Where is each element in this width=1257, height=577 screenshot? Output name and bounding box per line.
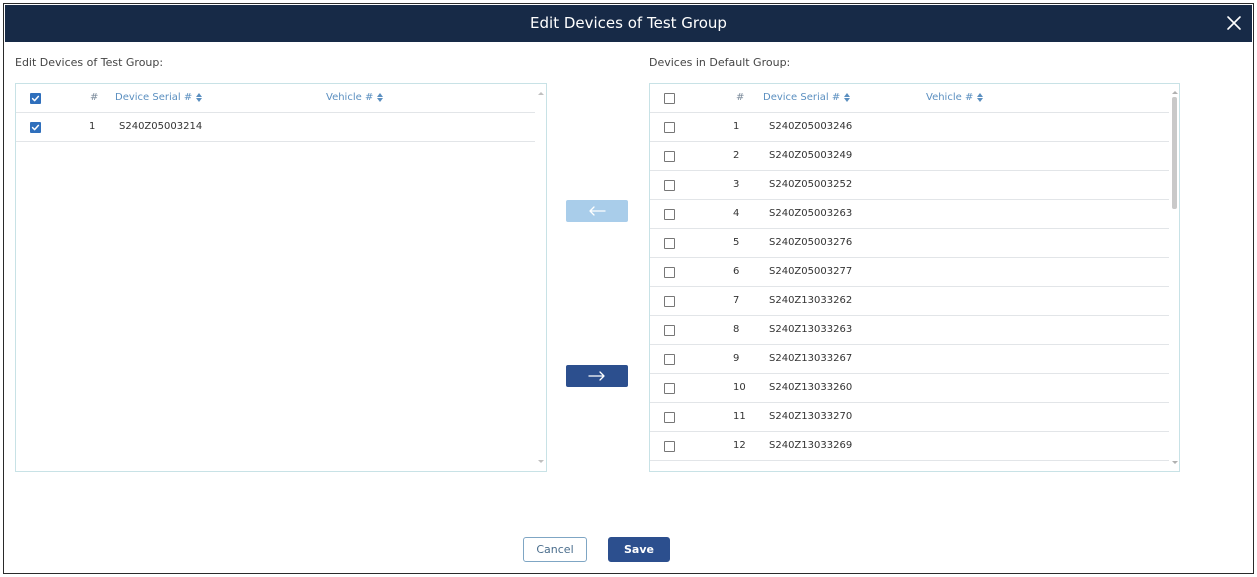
row-number: 1: [733, 121, 740, 132]
sort-icon: [196, 92, 203, 102]
row-number: 4: [733, 208, 740, 219]
test-group-device-table: # Device Serial # Vehicle # 1 S240Z050032…: [15, 83, 547, 472]
row-checkbox[interactable]: [664, 238, 675, 249]
column-header-number: #: [90, 92, 99, 103]
row-checkbox[interactable]: [664, 180, 675, 191]
column-header-vehicle[interactable]: Vehicle #: [926, 84, 984, 112]
row-number: 3: [733, 179, 740, 190]
column-header-number: #: [736, 92, 745, 103]
table-row[interactable]: 1 S240Z05003246: [650, 113, 1169, 142]
row-checkbox[interactable]: [30, 122, 41, 133]
row-checkbox[interactable]: [664, 151, 675, 162]
table-row[interactable]: 7 S240Z13033262: [650, 287, 1169, 316]
column-header-vehicle[interactable]: Vehicle #: [326, 84, 384, 112]
table-row[interactable]: 3 S240Z05003252: [650, 171, 1169, 200]
device-serial: S240Z13033262: [769, 295, 853, 306]
arrow-right-icon: [588, 371, 605, 381]
device-serial: S240Z05003214: [119, 121, 203, 132]
arrow-left-icon: [589, 206, 606, 216]
row-number: 1: [89, 121, 96, 132]
row-checkbox[interactable]: [664, 441, 675, 452]
row-checkbox[interactable]: [664, 209, 675, 220]
sort-icon: [377, 92, 384, 102]
close-icon[interactable]: [1224, 13, 1244, 33]
table-row[interactable]: 1 S240Z05003214: [16, 113, 535, 142]
select-all-checkbox[interactable]: [664, 93, 675, 104]
device-serial: S240Z05003263: [769, 208, 853, 219]
row-checkbox[interactable]: [664, 325, 675, 336]
table-row[interactable]: 6 S240Z05003277: [650, 258, 1169, 287]
scrollbar-thumb[interactable]: [1172, 97, 1177, 209]
cancel-button[interactable]: Cancel: [523, 537, 587, 562]
device-serial: S240Z05003246: [769, 121, 853, 132]
table-row[interactable]: 4 S240Z05003263: [650, 200, 1169, 229]
default-group-device-table: # Device Serial # Vehicle # 1 S240Z050032…: [649, 83, 1180, 472]
device-serial: S240Z05003249: [769, 150, 853, 161]
sort-icon: [844, 92, 851, 102]
table-row[interactable]: 8 S240Z13033263: [650, 316, 1169, 345]
device-serial: S240Z05003252: [769, 179, 853, 190]
row-checkbox[interactable]: [664, 296, 675, 307]
row-number: 12: [733, 440, 746, 451]
left-panel-label: Edit Devices of Test Group:: [15, 56, 164, 69]
row-checkbox[interactable]: [664, 383, 675, 394]
save-button[interactable]: Save: [608, 537, 670, 562]
table-row[interactable]: 11 S240Z13033270: [650, 403, 1169, 432]
scrollbar[interactable]: [535, 84, 546, 471]
row-number: 9: [733, 353, 740, 364]
device-serial: S240Z05003276: [769, 237, 853, 248]
check-icon: [31, 95, 40, 102]
row-checkbox[interactable]: [664, 267, 675, 278]
sort-icon: [977, 92, 984, 102]
row-number: 6: [733, 266, 740, 277]
table-row[interactable]: 2 S240Z05003249: [650, 142, 1169, 171]
device-serial: S240Z13033260: [769, 382, 853, 393]
check-icon: [31, 124, 40, 131]
column-header-serial[interactable]: Device Serial #: [115, 84, 203, 112]
row-checkbox[interactable]: [664, 412, 675, 423]
row-checkbox[interactable]: [664, 122, 675, 133]
row-checkbox[interactable]: [664, 354, 675, 365]
table-header: # Device Serial # Vehicle #: [650, 84, 1169, 113]
row-number: 5: [733, 237, 740, 248]
device-serial: S240Z13033270: [769, 411, 853, 422]
table-header: # Device Serial # Vehicle #: [16, 84, 535, 113]
scrollbar[interactable]: [1169, 84, 1179, 471]
column-header-serial[interactable]: Device Serial #: [763, 84, 851, 112]
scroll-down-icon: [538, 460, 544, 463]
scroll-up-icon: [1172, 91, 1178, 94]
table-row[interactable]: 12 S240Z13033269: [650, 432, 1169, 461]
device-serial: S240Z05003277: [769, 266, 853, 277]
row-number: 8: [733, 324, 740, 335]
dialog-title: Edit Devices of Test Group: [530, 14, 727, 32]
table-row[interactable]: 9 S240Z13033267: [650, 345, 1169, 374]
dialog-titlebar: Edit Devices of Test Group: [5, 5, 1252, 42]
move-to-test-group-button[interactable]: [566, 200, 628, 222]
device-serial: S240Z13033267: [769, 353, 853, 364]
device-serial: S240Z13033269: [769, 440, 853, 451]
table-row[interactable]: 5 S240Z05003276: [650, 229, 1169, 258]
row-number: 11: [733, 411, 746, 422]
scroll-up-icon: [538, 92, 544, 95]
table-row[interactable]: 10 S240Z13033260: [650, 374, 1169, 403]
scroll-down-icon: [1172, 461, 1178, 464]
row-number: 2: [733, 150, 740, 161]
move-to-default-group-button[interactable]: [566, 365, 628, 387]
select-all-checkbox[interactable]: [30, 93, 41, 104]
device-serial: S240Z13033263: [769, 324, 853, 335]
row-number: 10: [733, 382, 746, 393]
row-number: 7: [733, 295, 740, 306]
right-panel-label: Devices in Default Group:: [649, 56, 791, 69]
